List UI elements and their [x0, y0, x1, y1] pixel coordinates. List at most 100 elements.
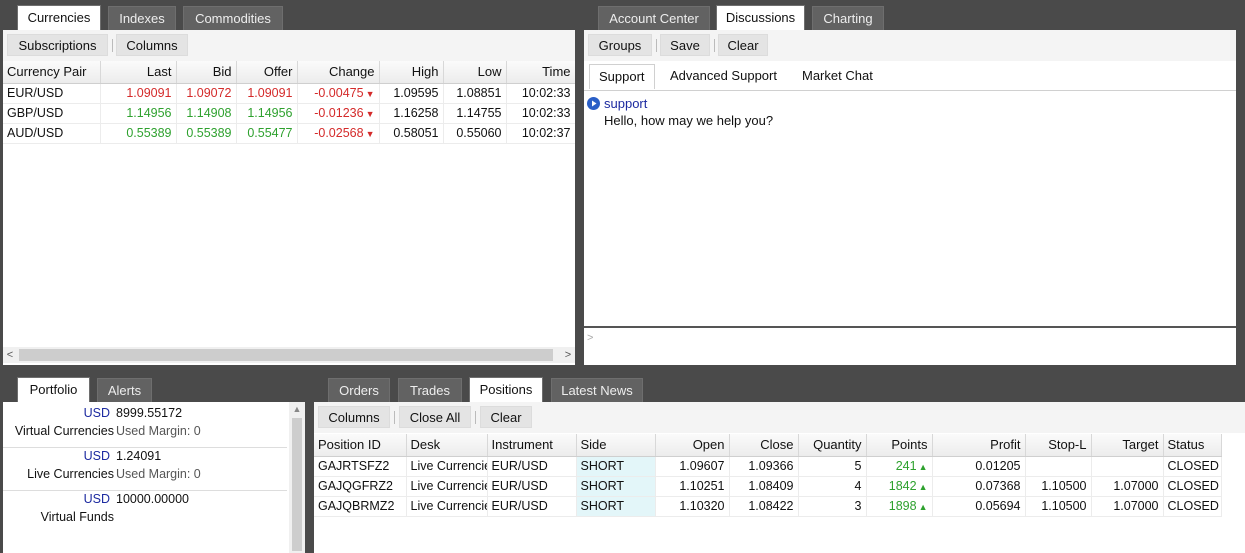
input-prompt: >: [587, 332, 594, 344]
portfolio-item[interactable]: USD 1.24091 Live Currencies Used Margin:…: [3, 447, 287, 491]
col-status[interactable]: Status: [1163, 434, 1222, 457]
toolbar-separator: [475, 411, 476, 424]
subtab-support[interactable]: Support: [589, 64, 655, 89]
side-cell: SHORT: [576, 476, 656, 497]
col-open[interactable]: Open: [655, 434, 730, 457]
discussions-toolbar: Groups Save Clear: [584, 30, 1236, 61]
portfolio-item[interactable]: USD 8999.55172 Virtual Currencies Used M…: [3, 404, 287, 448]
tab-charting[interactable]: Charting: [812, 6, 884, 30]
subtab-market-chat[interactable]: Market Chat: [793, 64, 882, 88]
close-all-button[interactable]: Close All: [399, 406, 471, 428]
profit-cell: 0.05694: [932, 496, 1026, 517]
vertical-scrollbar[interactable]: ▲: [289, 402, 305, 553]
tab-discussions[interactable]: Discussions: [716, 5, 805, 30]
tab-indexes[interactable]: Indexes: [108, 6, 176, 30]
down-arrow-icon: ▼: [365, 89, 375, 99]
col-offer[interactable]: Offer: [236, 61, 298, 84]
discussions-content: Groups Save Clear Support Advanced Suppo…: [584, 30, 1236, 365]
account-name: Virtual Currencies: [14, 424, 114, 438]
bid-cell: 0.55389: [176, 123, 237, 144]
up-arrow-icon: ▲: [918, 502, 928, 512]
toolbar-separator: [394, 411, 395, 424]
chat-input[interactable]: >: [584, 328, 1236, 365]
toolbar-separator: [714, 39, 715, 52]
quantity-cell: 4: [798, 476, 867, 497]
currencies-content: Subscriptions Columns Currency Pair Last…: [3, 30, 575, 365]
col-change[interactable]: Change: [297, 61, 380, 84]
up-arrow-icon: ▲: [918, 462, 928, 472]
columns-button[interactable]: Columns: [318, 406, 390, 428]
low-cell: 1.08851: [443, 83, 507, 104]
columns-button[interactable]: Columns: [116, 34, 188, 56]
tab-commodities[interactable]: Commodities: [183, 6, 283, 30]
groups-button[interactable]: Groups: [588, 34, 652, 56]
col-quantity[interactable]: Quantity: [798, 434, 867, 457]
change-value: -0.02568: [314, 126, 364, 140]
col-low[interactable]: Low: [443, 61, 507, 84]
subtab-advanced-support[interactable]: Advanced Support: [661, 64, 786, 88]
portfolio-item[interactable]: USD 10000.00000 Virtual Funds: [3, 490, 287, 534]
col-instrument[interactable]: Instrument: [487, 434, 577, 457]
desk-cell: Live Currencies: [406, 476, 488, 497]
col-points[interactable]: Points: [866, 434, 933, 457]
col-stop-loss[interactable]: Stop-L: [1025, 434, 1092, 457]
stop-loss-cell: 1.10500: [1025, 476, 1092, 497]
tab-portfolio[interactable]: Portfolio: [17, 377, 90, 402]
tab-trades[interactable]: Trades: [398, 378, 462, 402]
clear-button[interactable]: Clear: [480, 406, 532, 428]
tab-currencies[interactable]: Currencies: [17, 5, 101, 30]
side-cell: SHORT: [576, 496, 656, 517]
open-cell: 1.09607: [655, 456, 730, 477]
last-cell: 1.09091: [100, 83, 177, 104]
scroll-thumb[interactable]: [19, 349, 553, 361]
table-row[interactable]: GBP/USD 1.14956 1.14908 1.14956 -0.01236…: [3, 103, 575, 124]
col-desk[interactable]: Desk: [406, 434, 488, 457]
table-row[interactable]: EUR/USD 1.09091 1.09072 1.09091 -0.00475…: [3, 83, 575, 104]
table-row[interactable]: AUD/USD 0.55389 0.55389 0.55477 -0.02568…: [3, 123, 575, 144]
tab-alerts[interactable]: Alerts: [97, 378, 152, 402]
table-row[interactable]: GAJQBRMZ2 Live Currencies EUR/USD SHORT …: [314, 496, 1222, 517]
scroll-right-icon[interactable]: >: [561, 347, 575, 363]
tab-positions[interactable]: Positions: [469, 377, 543, 402]
table-row[interactable]: GAJRTSFZ2 Live Currencies EUR/USD SHORT …: [314, 456, 1222, 477]
scroll-up-icon[interactable]: ▲: [289, 402, 305, 416]
col-last[interactable]: Last: [100, 61, 177, 84]
close-cell: 1.08409: [729, 476, 799, 497]
col-bid[interactable]: Bid: [176, 61, 237, 84]
currency-code: USD: [83, 492, 110, 506]
desk-cell: Live Currencies: [406, 496, 488, 517]
currency-code: USD: [83, 449, 110, 463]
low-cell: 1.14755: [443, 103, 507, 124]
play-circle-icon: [587, 97, 600, 110]
table-row[interactable]: GAJQGFRZ2 Live Currencies EUR/USD SHORT …: [314, 476, 1222, 497]
quantity-cell: 5: [798, 456, 867, 477]
change-cell: -0.01236 ▼: [297, 103, 380, 124]
col-high[interactable]: High: [379, 61, 444, 84]
col-profit[interactable]: Profit: [932, 434, 1026, 457]
col-side[interactable]: Side: [576, 434, 656, 457]
change-cell: -0.00475 ▼: [297, 83, 380, 104]
subscriptions-button[interactable]: Subscriptions: [7, 34, 108, 56]
tab-account-center[interactable]: Account Center: [598, 6, 710, 30]
col-time[interactable]: Time: [506, 61, 575, 84]
points-value: 1898: [888, 499, 917, 513]
message-sender[interactable]: support: [604, 96, 647, 111]
scroll-left-icon[interactable]: <: [3, 347, 17, 363]
clear-button[interactable]: Clear: [718, 34, 768, 56]
down-arrow-icon: ▼: [365, 129, 375, 139]
col-currency-pair[interactable]: Currency Pair: [3, 61, 101, 84]
tab-orders[interactable]: Orders: [328, 378, 390, 402]
last-cell: 0.55389: [100, 123, 177, 144]
time-cell: 10:02:37: [506, 123, 575, 144]
save-button[interactable]: Save: [660, 34, 710, 56]
col-close[interactable]: Close: [729, 434, 799, 457]
horizontal-scrollbar[interactable]: < >: [3, 347, 575, 363]
scroll-thumb[interactable]: [292, 418, 302, 551]
col-target[interactable]: Target: [1091, 434, 1164, 457]
col-position-id[interactable]: Position ID: [314, 434, 407, 457]
tab-latest-news[interactable]: Latest News: [551, 378, 643, 402]
high-cell: 1.16258: [379, 103, 444, 124]
close-cell: 1.08422: [729, 496, 799, 517]
chat-message: support Hello, how may we help you?: [587, 96, 1227, 132]
positions-header-row: Position ID Desk Instrument Side Open Cl…: [314, 434, 1222, 457]
